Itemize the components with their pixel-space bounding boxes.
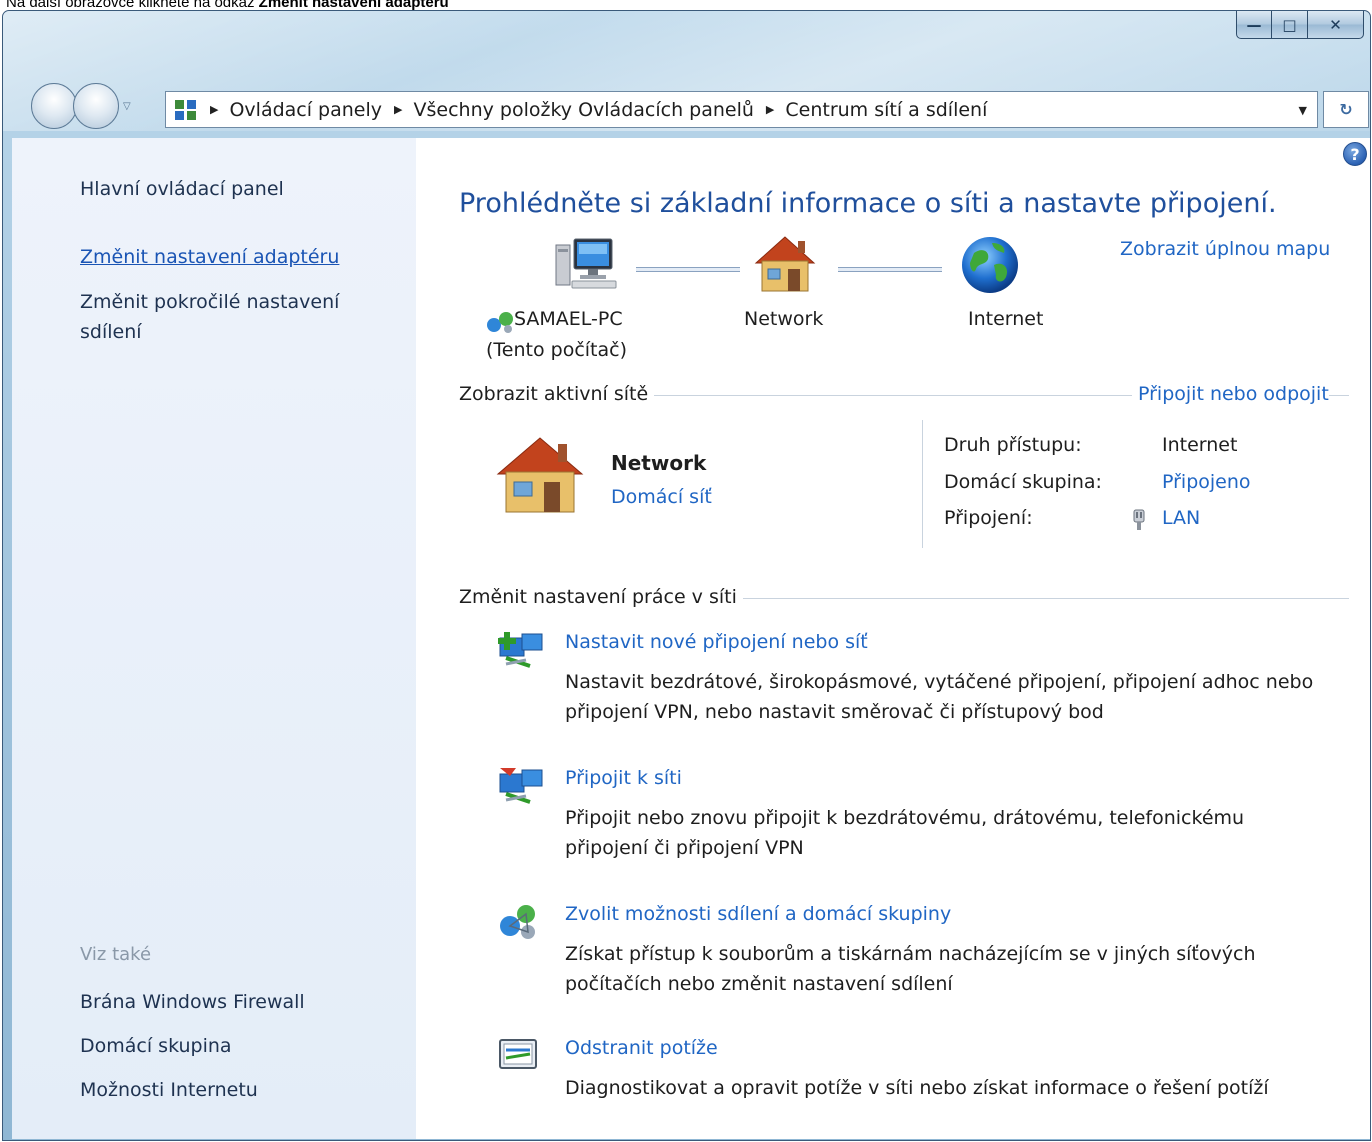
troubleshoot-icon bbox=[499, 1039, 537, 1069]
recent-pages-dropdown-icon[interactable]: ▽ bbox=[123, 101, 131, 112]
sidebar-item-firewall[interactable]: Brána Windows Firewall bbox=[80, 987, 305, 1017]
sidebar-item-advanced-sharing[interactable]: Změnit pokročilé nastavení sdílení bbox=[80, 287, 380, 347]
connect-disconnect-link[interactable]: Připojit nebo odpojit bbox=[1132, 383, 1329, 405]
access-type-label: Druh přístupu: bbox=[944, 434, 1082, 456]
refresh-button[interactable]: ↻ bbox=[1323, 91, 1369, 128]
minimize-icon: — bbox=[1246, 15, 1262, 34]
connection-label: Připojení: bbox=[944, 507, 1033, 529]
sidebar: Hlavní ovládací panel Změnit nastavení a… bbox=[12, 138, 416, 1139]
lan-plug-icon bbox=[1133, 509, 1145, 530]
homegroup-label: Domácí skupina: bbox=[944, 471, 1102, 493]
navigation-buttons: ▽ bbox=[31, 83, 131, 129]
view-full-map-link[interactable]: Zobrazit úplnou mapu bbox=[1120, 238, 1330, 260]
task-connect-link[interactable]: Připojit k síti bbox=[565, 767, 682, 789]
task-new-connection-link[interactable]: Nastavit nové připojení nebo síť bbox=[565, 631, 868, 653]
task-connect-desc: Připojit nebo znovu připojit k bezdrátov… bbox=[565, 807, 1245, 859]
forward-button[interactable] bbox=[73, 83, 119, 129]
breadcrumb-control-panel[interactable]: Ovládací panely bbox=[229, 99, 382, 121]
house-icon[interactable] bbox=[754, 235, 816, 293]
network-computer-small-icon bbox=[487, 312, 513, 333]
lan-connection-link[interactable]: LAN bbox=[1162, 507, 1200, 529]
network-sharing-window: — □ ✕ ▽ ▶ Ovládací panely ▶ Všechny polo… bbox=[2, 10, 1371, 1141]
task-troubleshoot-link[interactable]: Odstranit potíže bbox=[565, 1037, 718, 1059]
breadcrumb-all-items[interactable]: Všechny položky Ovládacích panelů bbox=[414, 99, 754, 121]
computer-name[interactable]: SAMAEL-PC bbox=[514, 308, 623, 330]
breadcrumb-separator-icon[interactable]: ▶ bbox=[210, 103, 218, 116]
task-sharing-link[interactable]: Zvolit možnosti sdílení a domácí skupiny bbox=[565, 903, 951, 925]
breadcrumb-separator-icon[interactable]: ▶ bbox=[394, 103, 402, 116]
task-sharing-desc: Získat přístup k souborům a tiskárnám na… bbox=[565, 943, 1256, 995]
map-connection-line bbox=[838, 267, 942, 272]
breadcrumb-separator-icon[interactable]: ▶ bbox=[766, 103, 774, 116]
address-bar[interactable]: ▶ Ovládací panely ▶ Všechny položky Ovlá… bbox=[165, 91, 1318, 128]
globe-icon[interactable] bbox=[960, 235, 1020, 295]
maximize-icon: □ bbox=[1282, 15, 1297, 34]
sidebar-item-homegroup[interactable]: Domácí skupina bbox=[80, 1031, 232, 1061]
maximize-button[interactable]: □ bbox=[1272, 11, 1308, 39]
close-button[interactable]: ✕ bbox=[1308, 11, 1364, 39]
change-settings-header: Změnit nastavení práce v síti bbox=[459, 586, 743, 608]
active-networks-header: Zobrazit aktivní sítě bbox=[459, 383, 655, 405]
network-type-link[interactable]: Domácí síť bbox=[611, 486, 712, 508]
sidebar-item-internet-options[interactable]: Možnosti Internetu bbox=[80, 1075, 258, 1105]
sidebar-item-home[interactable]: Hlavní ovládací panel bbox=[80, 174, 284, 204]
vertical-divider bbox=[922, 420, 923, 548]
breadcrumb-network-center[interactable]: Centrum sítí a sdílení bbox=[785, 99, 987, 121]
close-icon: ✕ bbox=[1329, 15, 1342, 34]
refresh-icon: ↻ bbox=[1339, 100, 1353, 119]
page-title: Prohlédněte si základní informace o síti… bbox=[459, 188, 1277, 219]
control-panel-icon bbox=[175, 99, 196, 120]
back-button[interactable] bbox=[31, 83, 77, 129]
see-also-heading: Viz také bbox=[80, 944, 152, 965]
active-network-name: Network bbox=[611, 451, 707, 475]
task-new-connection-desc: Nastavit bezdrátové, širokopásmové, vytá… bbox=[565, 671, 1314, 723]
main-content: ? Prohlédněte si základní informace o sí… bbox=[416, 138, 1370, 1139]
address-dropdown-icon[interactable]: ▼ bbox=[1299, 104, 1307, 117]
new-connection-icon bbox=[498, 632, 543, 668]
homegroup-link[interactable]: Připojeno bbox=[1162, 471, 1251, 493]
sidebar-item-change-adapter[interactable]: Změnit nastavení adaptéru bbox=[80, 242, 339, 272]
network-label[interactable]: Network bbox=[744, 308, 823, 330]
internet-label[interactable]: Internet bbox=[968, 308, 1043, 330]
sharing-options-icon bbox=[500, 905, 535, 939]
task-troubleshoot-desc: Diagnostikovat a opravit potíže v síti n… bbox=[565, 1077, 1269, 1099]
house-icon bbox=[496, 437, 584, 513]
computer-icon[interactable] bbox=[554, 235, 620, 291]
computer-note: (Tento počítač) bbox=[486, 339, 627, 361]
access-type-value: Internet bbox=[1162, 434, 1238, 456]
minimize-button[interactable]: — bbox=[1236, 11, 1272, 39]
map-connection-line bbox=[636, 267, 740, 272]
caption-buttons: — □ ✕ bbox=[1236, 11, 1364, 39]
connect-to-network-icon bbox=[499, 768, 543, 804]
help-icon[interactable]: ? bbox=[1343, 142, 1367, 166]
